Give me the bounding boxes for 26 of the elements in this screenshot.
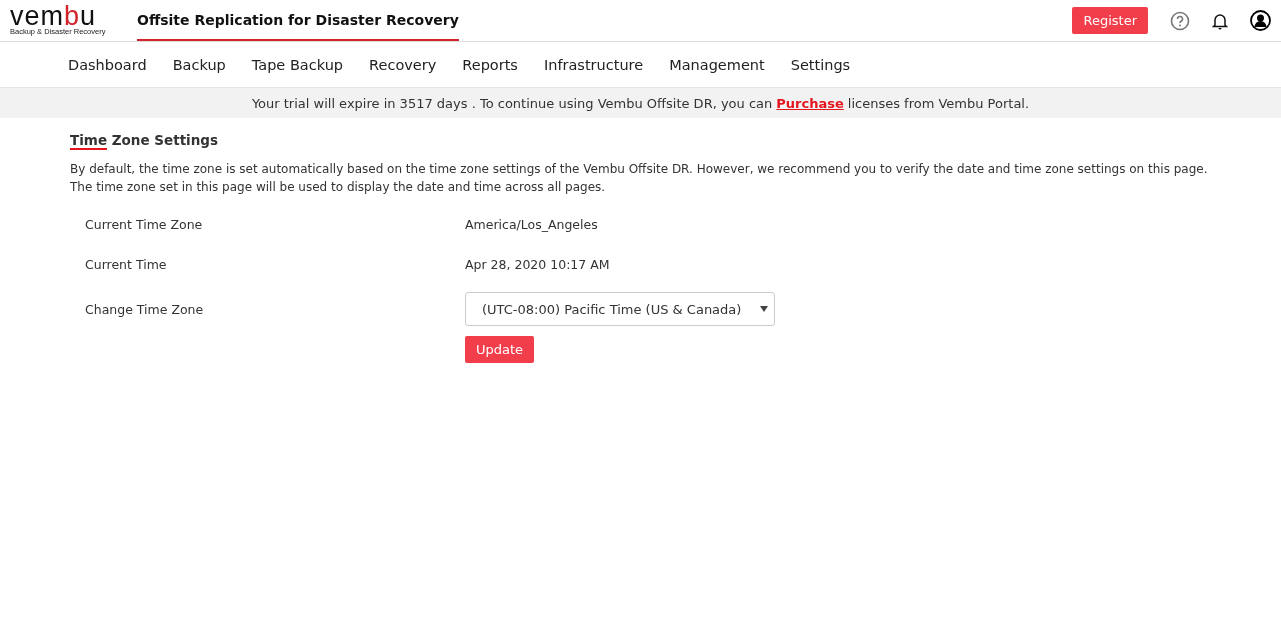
time-zone-dropdown[interactable]: (UTC-08:00) Pacific Time (US & Canada)	[465, 292, 775, 326]
field-value: Apr 28, 2020 10:17 AM	[465, 256, 611, 272]
nav-link[interactable]: Backup	[172, 56, 226, 73]
nav-link[interactable]: Reports	[462, 56, 518, 73]
nav-link[interactable]: Infrastructure	[543, 56, 644, 73]
field-label: Current Time	[85, 256, 168, 272]
trial-notice: Your trial will expire in 3517 days . To continue using Vembu Offsite DR, you can	[251, 95, 773, 111]
update-button[interactable]: Update	[465, 336, 535, 363]
nav-link[interactable]: Recovery	[369, 56, 437, 73]
register-button[interactable]: Register	[1072, 7, 1148, 34]
nav-link[interactable]: Management	[669, 56, 765, 73]
user-avatar-icon[interactable]	[1250, 10, 1271, 31]
help-icon[interactable]	[1170, 10, 1190, 31]
nav-link[interactable]: Tape Backup	[251, 56, 344, 73]
field-label: Change Time Zone	[85, 301, 205, 317]
nav-link[interactable]: Dashboard	[68, 56, 147, 73]
field-label: Current Time Zone	[85, 216, 204, 232]
nav-link[interactable]: Settings	[790, 56, 851, 73]
purchase-link[interactable]: Purchase	[776, 95, 844, 111]
caret-icon	[760, 306, 768, 312]
notification-bell-icon[interactable]	[1212, 11, 1228, 30]
field-value: America/Los_Angeles	[465, 216, 599, 232]
section-title: Time Zone Settings	[70, 132, 220, 148]
trial-notice: licenses from Vembu Portal.	[847, 95, 1030, 111]
product-tab[interactable]: Offsite Replication for Disaster Recovery	[137, 0, 459, 41]
section-description: By default, the time zone is set automatically based on the time zone settings of the Vembu Offsite DR. However, we recommend you to verify the date and time zone settings on this page. The time zone set in this page will be used to display the date and time across all pages.	[70, 161, 1209, 196]
